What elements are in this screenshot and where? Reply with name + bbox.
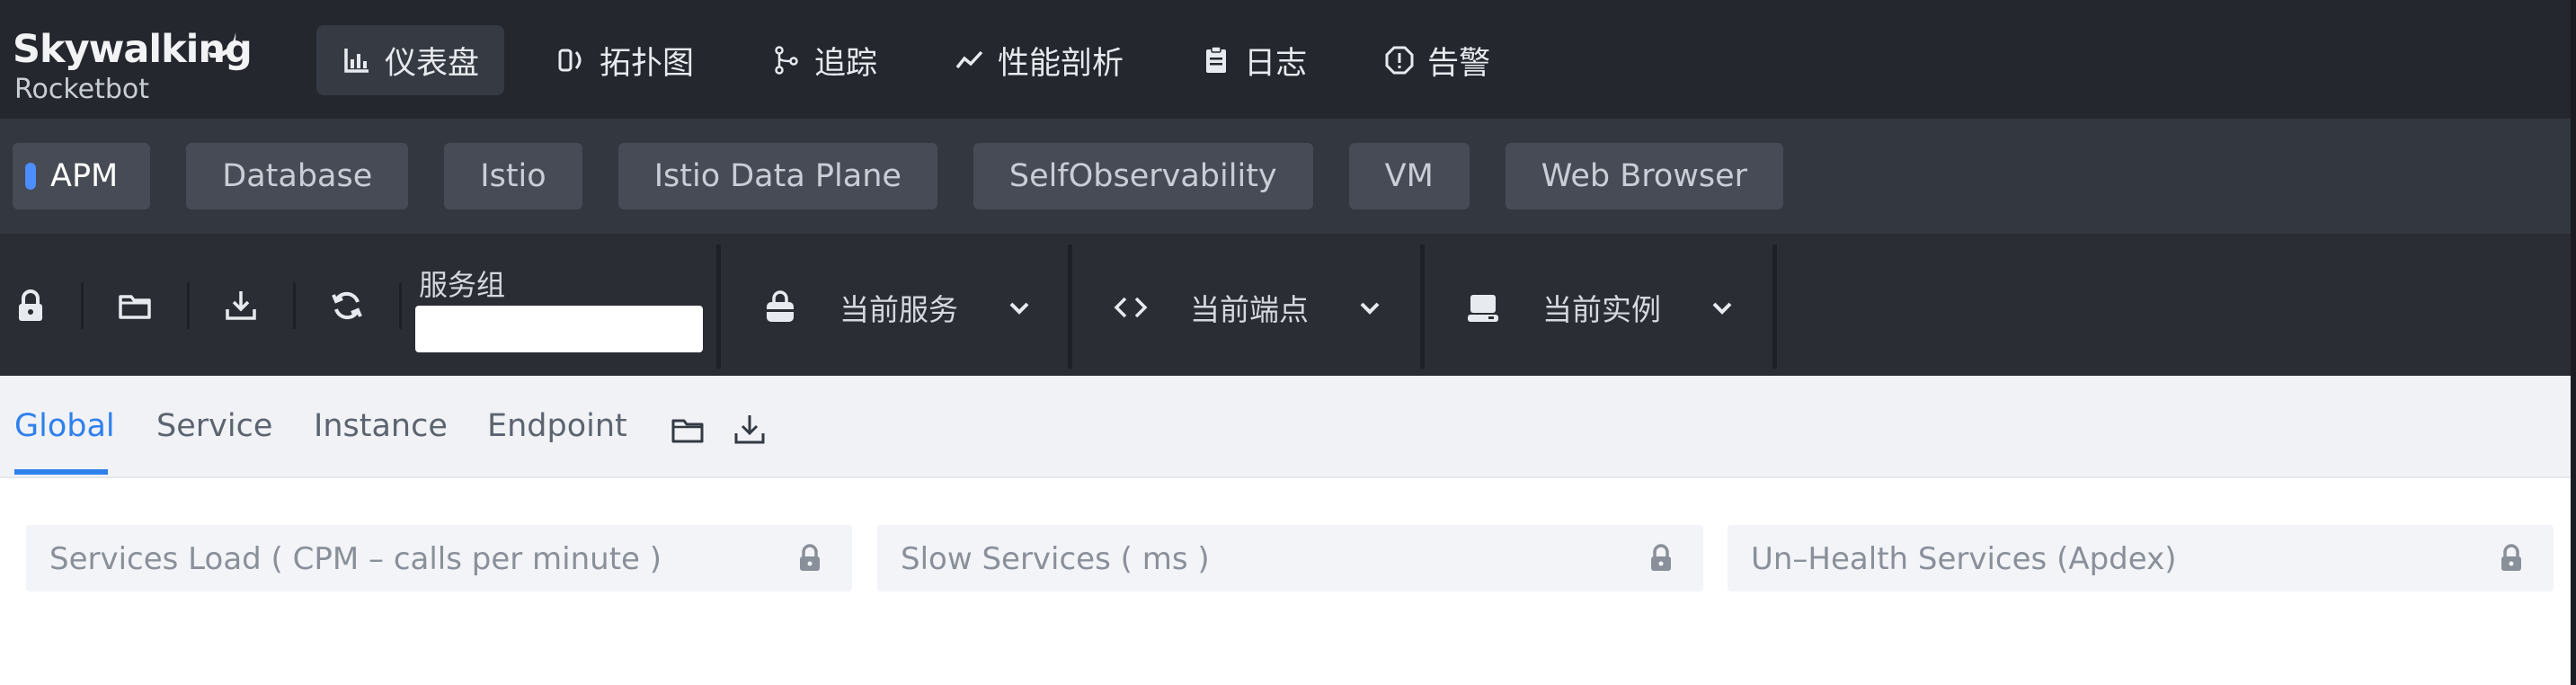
layer-tabs-bar: APM Database Istio Istio Data Plane Self… <box>0 119 2571 234</box>
layer-tab-label: Istio <box>480 158 546 194</box>
nav-alarm-label: 告警 <box>1427 45 1491 82</box>
lock-icon[interactable] <box>13 288 49 324</box>
top-header: Skywalking Rocketbot 仪表盘 拓扑图 追踪 性能剖析 日志 … <box>0 0 2571 119</box>
panel-title: Slow Services ( ms ) <box>901 541 1210 577</box>
layer-tab-apm[interactable]: APM <box>13 143 151 209</box>
current-endpoint-select[interactable]: 当前端点 <box>1113 275 1384 340</box>
layer-tab-istio[interactable]: Istio <box>444 143 582 209</box>
trace-branch-icon <box>775 46 798 75</box>
refresh-icon[interactable] <box>329 288 365 324</box>
toolbar-divider <box>293 282 296 329</box>
logo-swoosh-icon <box>209 32 236 58</box>
current-endpoint-label: 当前端点 <box>1190 292 1309 327</box>
log-clipboard-icon <box>1206 46 1227 73</box>
nav-trace[interactable]: 追踪 <box>746 25 902 95</box>
dashboard-tabs: Global Service Instance Endpoint <box>0 376 2571 478</box>
current-instance-label: 当前实例 <box>1542 292 1661 327</box>
nav-alarm[interactable]: 告警 <box>1359 25 1515 95</box>
dashboard-chart-icon <box>344 49 369 73</box>
nav-topology-label: 拓扑图 <box>600 45 695 82</box>
chevron-down-icon <box>1360 302 1380 315</box>
nav-profiling[interactable]: 性能剖析 <box>929 25 1149 95</box>
layer-tab-label: APM <box>50 158 119 194</box>
window-edge <box>2571 0 2576 685</box>
chevron-down-icon <box>1009 302 1029 315</box>
toolbar-divider <box>1068 245 1072 369</box>
chevron-down-icon <box>1712 302 1732 315</box>
layer-tab-vm[interactable]: VM <box>1348 143 1470 209</box>
nav-dashboard[interactable]: 仪表盘 <box>316 25 505 95</box>
download-icon[interactable] <box>223 288 259 324</box>
panel-title: Un–Health Services (Apdex) <box>1751 541 2177 577</box>
skywalking-logo[interactable]: Skywalking Rocketbot <box>13 27 253 106</box>
layer-tab-database[interactable]: Database <box>186 143 409 209</box>
toolbar-divider <box>81 282 84 329</box>
tab-endpoint[interactable]: Endpoint <box>487 408 627 444</box>
toolbar-divider <box>187 282 190 329</box>
main-nav: 仪表盘 拓扑图 追踪 性能剖析 日志 告警 <box>316 25 1515 95</box>
code-brackets-icon <box>1114 297 1148 318</box>
dashboard-toolbar: 服务组 当前服务 当前端点 当前实例 <box>0 234 2571 376</box>
panel-title: Services Load ( CPM – calls per minute ) <box>49 541 662 577</box>
folder-icon[interactable] <box>670 412 706 448</box>
toolbar-divider <box>1772 245 1777 369</box>
layer-tab-label: SelfObservability <box>1008 158 1277 194</box>
service-group-label: 服务组 <box>419 268 506 302</box>
profiling-line-icon <box>955 50 983 69</box>
nav-trace-label: 追踪 <box>814 45 878 82</box>
layer-tabs: APM Database Istio Istio Data Plane Self… <box>13 143 1784 209</box>
alarm-octagon-icon <box>1385 46 1414 75</box>
panel-services-load: Services Load ( CPM – calls per minute ) <box>26 525 852 592</box>
tab-service[interactable]: Service <box>156 408 272 444</box>
layer-tab-label: Database <box>222 158 373 194</box>
toolbar-divider <box>716 245 721 369</box>
nav-log-label: 日志 <box>1244 45 1308 82</box>
layer-tab-web-browser[interactable]: Web Browser <box>1505 143 1784 209</box>
panel-slow-services: Slow Services ( ms ) <box>877 525 1703 592</box>
panel-unhealth-services: Un–Health Services (Apdex) <box>1728 525 2554 592</box>
nav-topology[interactable]: 拓扑图 <box>531 25 719 95</box>
nav-profiling-label: 性能剖析 <box>998 45 1124 82</box>
current-service-select[interactable]: 当前服务 <box>762 275 1034 340</box>
lock-icon[interactable] <box>1646 543 1676 574</box>
folder-icon[interactable] <box>117 288 153 324</box>
toolbar-divider <box>1420 245 1425 369</box>
layer-tab-label: VM <box>1384 158 1434 194</box>
layer-tab-istio-data-plane[interactable]: Istio Data Plane <box>617 143 937 209</box>
service-group-input[interactable] <box>415 306 703 352</box>
app-root: Skywalking Rocketbot 仪表盘 拓扑图 追踪 性能剖析 日志 … <box>0 0 2576 685</box>
current-instance-select[interactable]: 当前实例 <box>1465 275 1737 340</box>
service-icon <box>767 290 794 322</box>
logo-subtitle: Rocketbot <box>14 74 150 105</box>
layer-tab-selfobservability[interactable]: SelfObservability <box>973 143 1313 209</box>
dashboard-area: Global Service Instance Endpoint Service… <box>0 376 2571 685</box>
lock-icon[interactable] <box>2496 543 2527 574</box>
layer-tab-label: Istio Data Plane <box>653 158 902 194</box>
lock-icon[interactable] <box>795 543 825 574</box>
active-tab-underline <box>14 469 108 475</box>
nav-log[interactable]: 日志 <box>1176 25 1332 95</box>
layer-tab-label: Web Browser <box>1541 158 1748 194</box>
download-icon[interactable] <box>732 412 768 448</box>
topology-icon <box>558 49 582 72</box>
current-service-label: 当前服务 <box>839 292 958 327</box>
tab-instance[interactable]: Instance <box>314 408 448 444</box>
toolbar-divider <box>399 282 402 329</box>
laptop-icon <box>1468 295 1498 322</box>
tab-global[interactable]: Global <box>14 408 115 444</box>
nav-dashboard-label: 仪表盘 <box>385 45 480 82</box>
active-indicator-dot <box>25 163 36 190</box>
